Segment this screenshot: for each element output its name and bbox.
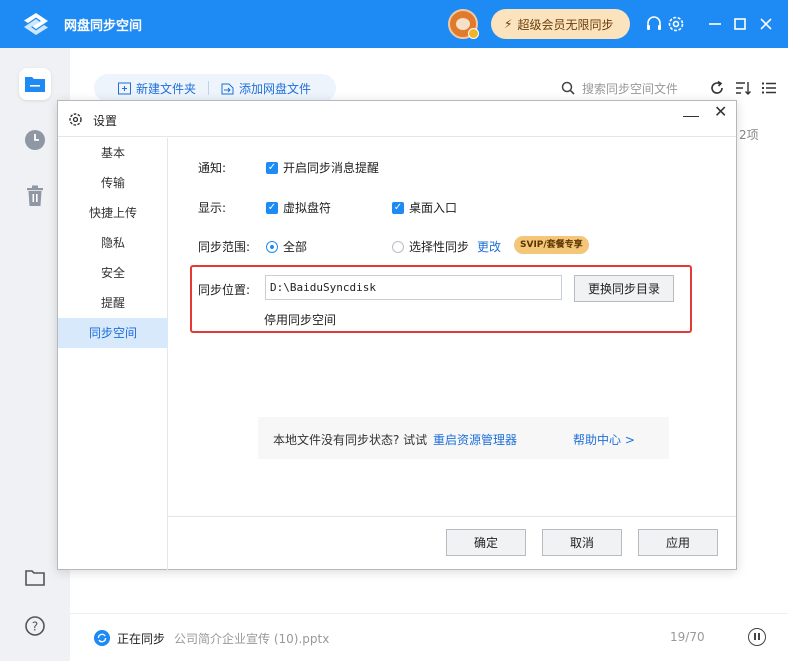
item-count: 2项	[739, 128, 759, 142]
vip-button-label: 超级会员无限同步	[517, 17, 614, 32]
dialog-title-bar: 设置 ✕	[58, 101, 736, 137]
sidebar-item-open-folder[interactable]	[19, 562, 51, 594]
nav-item-reminder[interactable]: 提醒	[58, 288, 168, 318]
disable-sync-space-link[interactable]: 停用同步空间	[264, 311, 336, 328]
nav-item-quick-upload[interactable]: 快捷上传	[58, 198, 168, 228]
app-logo-icon	[24, 13, 48, 35]
sync-location-field[interactable]: D:\BaiduSyncdisk	[265, 275, 562, 300]
apply-button[interactable]: 应用	[638, 529, 718, 556]
avatar-badge	[468, 28, 479, 39]
add-cloud-file-label: 添加网盘文件	[239, 81, 312, 96]
avatar-face	[456, 18, 470, 30]
svg-text:?: ?	[32, 620, 38, 634]
nav-item-security[interactable]: 安全	[58, 258, 168, 288]
new-folder-label: 新建文件夹	[136, 81, 197, 96]
trash-icon	[27, 185, 43, 206]
search-input[interactable]: 搜索同步空间文件	[553, 74, 698, 102]
checkbox-checked-icon: ✓	[392, 201, 404, 214]
close-icon[interactable]	[756, 14, 776, 34]
nav-item-sync-space[interactable]: 同步空间	[58, 318, 168, 348]
nav-item-privacy[interactable]: 隐私	[58, 228, 168, 258]
settings-gear-icon[interactable]	[666, 14, 686, 34]
notify-label: 通知:	[198, 161, 227, 175]
settings-nav: 基本 传输 快捷上传 隐私 安全 提醒 同步空间	[58, 138, 168, 570]
open-folder-icon	[25, 570, 45, 586]
checkbox-checked-icon: ✓	[266, 161, 278, 174]
pause-icon[interactable]	[748, 628, 766, 646]
bolt-icon: ⚡	[504, 17, 513, 31]
change-sync-dir-button[interactable]: 更换同步目录	[574, 275, 674, 302]
sidebar-item-help[interactable]: ?	[19, 610, 51, 642]
ok-button[interactable]: 确定	[446, 529, 526, 556]
nav-item-transfer[interactable]: 传输	[58, 168, 168, 198]
virtual-drive-checkbox[interactable]: ✓ 虚拟盘符	[266, 199, 331, 216]
scope-selective-radio[interactable]: 选择性同步	[392, 238, 469, 255]
sidebar-item-trash[interactable]	[19, 180, 51, 212]
refresh-icon[interactable]	[709, 80, 725, 96]
scope-change-link[interactable]: 更改	[477, 238, 501, 255]
sync-current-file: 公司简介企业宣传 (10).pptx	[174, 632, 330, 646]
desktop-entry-label: 桌面入口	[409, 201, 458, 215]
dialog-close-icon[interactable]: ✕	[714, 102, 727, 121]
gear-icon	[69, 113, 82, 126]
sync-progress-count: 19/70	[670, 630, 705, 644]
search-placeholder: 搜索同步空间文件	[582, 81, 679, 96]
sort-icon[interactable]	[735, 80, 751, 96]
cancel-button[interactable]: 取消	[542, 529, 622, 556]
restart-explorer-link[interactable]: 重启资源管理器	[433, 431, 517, 448]
search-icon	[561, 81, 575, 95]
maximize-icon[interactable]	[730, 14, 750, 34]
dialog-minimize-icon[interactable]	[683, 105, 699, 117]
hint-text: 本地文件没有同步状态? 试试	[273, 433, 428, 447]
desktop-entry-checkbox[interactable]: ✓ 桌面入口	[392, 199, 457, 216]
avatar[interactable]	[448, 9, 479, 39]
title-bar: 网盘同步空间 ⚡ 超级会员无限同步	[0, 0, 788, 48]
sync-scope-label: 同步范围:	[198, 240, 251, 254]
sync-spinner-icon	[94, 630, 110, 646]
new-folder-button[interactable]: 新建文件夹	[94, 80, 196, 97]
add-folder-icon	[118, 82, 131, 94]
help-center-link[interactable]: 帮助中心 >	[573, 431, 635, 448]
sidebar-item-recent[interactable]	[19, 124, 51, 156]
hint-box: 本地文件没有同步状态? 试试 重启资源管理器 帮助中心 >	[258, 417, 669, 459]
add-cloud-file-icon	[221, 83, 234, 94]
minimize-icon[interactable]	[705, 14, 725, 34]
headset-icon[interactable]	[644, 14, 664, 34]
virtual-drive-label: 虚拟盘符	[283, 201, 332, 215]
clock-icon	[25, 130, 45, 150]
sync-location-label: 同步位置:	[198, 283, 251, 297]
display-label: 显示:	[198, 201, 227, 215]
action-toolbar: 新建文件夹 添加网盘文件	[94, 74, 336, 102]
sync-status-bar: 正在同步 公司简介企业宣传 (10).pptx 19/70	[70, 613, 788, 661]
settings-dialog: 设置 ✕ 基本 传输 快捷上传 隐私 安全 提醒 同步空间	[57, 100, 737, 570]
folder-icon	[25, 77, 45, 92]
checkbox-checked-icon: ✓	[266, 201, 278, 214]
radio-unselected-icon	[392, 240, 404, 253]
radio-selected-icon	[266, 240, 278, 253]
scope-selective-label: 选择性同步	[409, 240, 470, 254]
dialog-title: 设置	[93, 114, 118, 128]
scope-all-label: 全部	[283, 240, 308, 254]
help-icon: ?	[25, 616, 45, 636]
scope-all-radio[interactable]: 全部	[266, 238, 307, 255]
notify-option-label: 开启同步消息提醒	[283, 161, 380, 175]
sync-status-label: 正在同步	[117, 632, 166, 646]
add-cloud-file-button[interactable]: 添加网盘文件	[197, 80, 311, 97]
list-view-icon[interactable]	[761, 80, 777, 96]
svip-badge: SVIP/套餐专享	[514, 236, 589, 254]
sidebar-item-sync[interactable]	[19, 68, 51, 100]
vip-upgrade-button[interactable]: ⚡ 超级会员无限同步	[491, 9, 630, 39]
dialog-footer-divider	[168, 516, 736, 517]
app-title: 网盘同步空间	[64, 19, 143, 34]
notify-checkbox[interactable]: ✓ 开启同步消息提醒	[266, 159, 379, 176]
nav-item-basic[interactable]: 基本	[58, 138, 168, 168]
